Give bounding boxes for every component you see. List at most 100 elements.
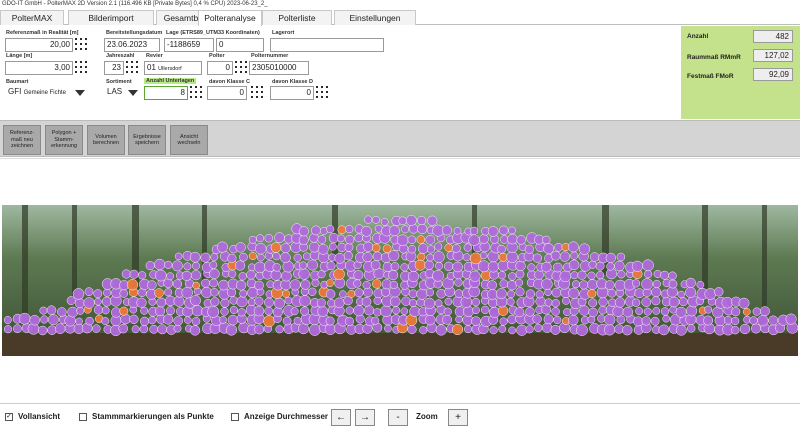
log-marker	[189, 251, 201, 263]
polter-label: Polter	[209, 53, 225, 59]
keypad-icon[interactable]	[75, 61, 87, 73]
log-marker	[675, 306, 687, 318]
log-marker	[284, 296, 293, 305]
polygon-stammerkennung-button[interactable]: Polygon + Stamm-erkennung	[45, 125, 83, 155]
log-marker	[101, 317, 110, 326]
log-marker	[293, 253, 302, 262]
zoom-in-button[interactable]: +	[448, 409, 468, 426]
durchmesser-label: Anzeige Durchmesser	[244, 412, 329, 421]
keypad-icon[interactable]	[251, 86, 263, 98]
polternummer-input[interactable]: 2305010000	[249, 61, 309, 75]
log-marker	[225, 324, 238, 336]
log-marker	[298, 268, 310, 280]
log-marker	[162, 314, 174, 325]
ergebnisse-speichern-button[interactable]: Ergebnisse speichern	[128, 125, 166, 155]
log-marker	[542, 235, 551, 245]
log-marker	[660, 307, 670, 316]
log-marker	[263, 315, 275, 328]
sortiment-select[interactable]: LAS	[104, 85, 140, 99]
log-marker	[307, 259, 318, 271]
log-marker	[568, 287, 580, 299]
anzahl-unterlagen-input[interactable]: 8	[144, 86, 188, 100]
tab-einstellungen[interactable]: Einstellungen	[334, 10, 416, 25]
log-marker	[290, 307, 299, 316]
log-marker	[622, 325, 633, 336]
log-marker	[173, 324, 182, 333]
log-marker	[641, 297, 652, 307]
log-marker	[434, 242, 443, 251]
referenzmass-input[interactable]: 20,00	[5, 38, 73, 52]
vollansicht-checkbox[interactable]: ✓	[5, 413, 13, 421]
tab-poltermax-menu[interactable]: PolterMAX Menü	[0, 10, 64, 37]
klasse-c-input[interactable]: 0	[207, 86, 247, 100]
log-marker	[238, 272, 247, 281]
jahreszahl-input[interactable]: 23	[104, 61, 124, 75]
log-marker	[567, 241, 579, 253]
keypad-icon[interactable]	[190, 86, 202, 98]
log-marker	[527, 263, 536, 272]
log-marker	[326, 225, 335, 234]
keypad-icon[interactable]	[75, 38, 87, 50]
previous-arrow-button[interactable]: ←	[331, 409, 351, 426]
volumen-berechnen-button[interactable]: Volumen berechnen	[87, 125, 125, 155]
laenge-input[interactable]: 3,00	[5, 61, 73, 75]
lage-y-input[interactable]: 0	[216, 38, 264, 52]
zoom-out-button[interactable]: -	[388, 409, 408, 426]
log-marker	[576, 324, 588, 336]
tab-polteranalyse[interactable]: Polteranalyse	[198, 10, 262, 26]
baumart-select[interactable]: GFI Gemeine Fichte	[5, 85, 87, 99]
revier-code: 01	[147, 63, 156, 72]
log-marker	[506, 297, 515, 306]
log-marker	[612, 305, 624, 318]
log-marker	[345, 225, 354, 234]
timber-pile-image[interactable]	[2, 205, 798, 356]
log-marker	[272, 263, 282, 272]
log-marker	[329, 242, 337, 251]
log-marker	[471, 297, 480, 307]
tab-polterliste[interactable]: Polterliste	[262, 10, 332, 25]
log-marker	[190, 295, 201, 306]
log-marker	[173, 295, 185, 307]
tab-bilderimport[interactable]: Bilderimport	[68, 10, 154, 25]
log-marker	[101, 306, 110, 315]
log-marker	[424, 260, 434, 270]
keypad-icon[interactable]	[126, 61, 138, 73]
log-marker	[361, 225, 372, 237]
log-marker	[317, 235, 327, 244]
revier-input[interactable]: 01 Ullersdorf	[144, 61, 202, 75]
lagerort-label: Lagerort	[272, 30, 295, 36]
klasse-d-input[interactable]: 0	[270, 86, 314, 100]
log-marker	[325, 289, 336, 299]
ansicht-wechseln-button[interactable]: Ansicht wechseln	[170, 125, 208, 155]
lagerort-input[interactable]	[270, 38, 384, 52]
log-marker	[508, 226, 516, 235]
log-marker	[192, 261, 200, 270]
stammmarkierungen-checkbox[interactable]	[79, 413, 87, 421]
log-marker	[347, 289, 356, 298]
jahreszahl-label: Jahreszahl	[106, 53, 135, 59]
log-marker	[435, 324, 447, 336]
anzahl-label: Anzahl	[687, 33, 709, 40]
log-marker	[220, 307, 229, 316]
referenzmass-neu-button[interactable]: Referenz-maß neu zeichnen	[3, 125, 41, 155]
log-marker	[472, 306, 480, 315]
durchmesser-checkbox[interactable]	[231, 413, 239, 421]
bereitstellungsdatum-input[interactable]: 23.06.2023	[104, 38, 160, 52]
keypad-icon[interactable]	[235, 61, 247, 73]
log-marker	[730, 316, 740, 326]
lage-x-input[interactable]: -1188659	[164, 38, 214, 52]
log-marker	[85, 316, 94, 326]
log-marker	[210, 297, 220, 307]
log-marker	[148, 316, 157, 325]
log-marker	[660, 270, 670, 280]
log-marker	[497, 305, 509, 316]
log-marker	[192, 281, 200, 290]
log-marker	[145, 261, 155, 271]
log-marker	[343, 251, 353, 261]
polter-input[interactable]: 0	[207, 61, 233, 75]
keypad-icon[interactable]	[316, 86, 328, 98]
log-marker	[317, 243, 329, 255]
log-marker	[229, 305, 238, 315]
next-arrow-button[interactable]: →	[355, 409, 375, 426]
log-marker	[389, 296, 401, 307]
